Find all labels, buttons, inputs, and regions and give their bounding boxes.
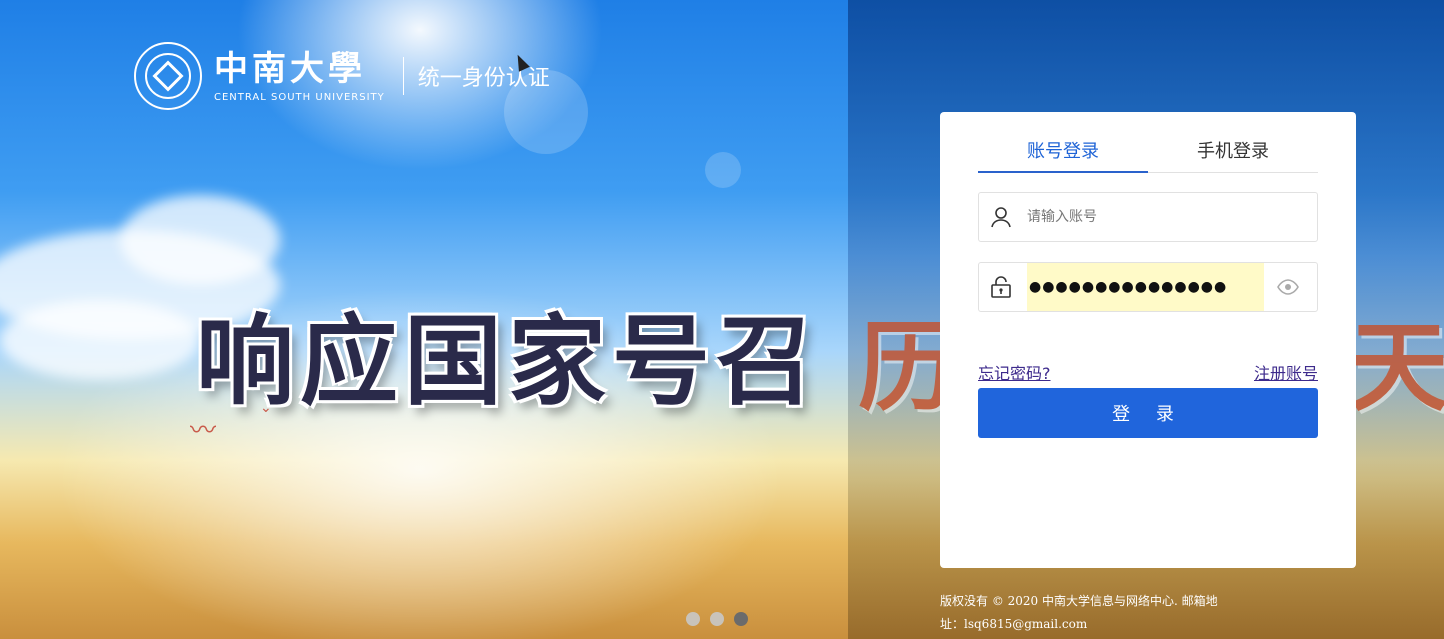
login-button[interactable]: 登 录 xyxy=(978,388,1318,438)
tab-phone-login[interactable]: 手机登录 xyxy=(1148,140,1318,172)
lock-icon xyxy=(991,276,1011,298)
logo-divider xyxy=(402,57,404,95)
username-input[interactable] xyxy=(1027,193,1201,241)
banner-slogan-partial-2: 天 xyxy=(1350,310,1444,425)
cloud-decoration xyxy=(120,195,280,285)
username-field[interactable] xyxy=(978,192,1318,242)
system-subtitle: 统一身份认证 xyxy=(417,66,550,91)
footer-copyright: 版权没有 © 2020 中南大学信息与网络中心. 邮箱地 址：lsq6815@g… xyxy=(940,590,1240,636)
footer-line-1: 版权没有 © 2020 中南大学信息与网络中心. 邮箱地 xyxy=(940,594,1218,608)
eye-icon[interactable] xyxy=(1277,278,1299,296)
register-link[interactable]: 注册账号 xyxy=(1254,360,1318,384)
cloud-decoration xyxy=(0,300,200,380)
forgot-password-link[interactable]: 忘记密码? xyxy=(978,360,1051,384)
carousel-indicators xyxy=(686,612,748,626)
bird-icon: ⌄ xyxy=(260,400,272,416)
bird-icon: 〰 xyxy=(190,416,217,446)
footer-line-2: 址：lsq6815@gmail.com xyxy=(940,617,1088,631)
user-icon xyxy=(991,207,1011,228)
auxiliary-links: 忘记密码? 注册账号 xyxy=(978,360,1318,384)
tab-account-login[interactable]: 账号登录 xyxy=(978,140,1148,173)
login-tabs: 账号登录 手机登录 xyxy=(978,140,1318,173)
password-field[interactable]: ●●●●●●●●●●●●●●● xyxy=(978,262,1318,312)
carousel-dot[interactable] xyxy=(710,612,724,626)
login-card: 账号登录 手机登录 ●●●●●●●●●●●●●●● 忘记密码? 注册账号 登 录 xyxy=(940,112,1356,568)
carousel-dot[interactable] xyxy=(686,612,700,626)
lens-flare xyxy=(705,152,741,188)
carousel-dot-active[interactable] xyxy=(734,612,748,626)
university-name-cn: 中南大學 xyxy=(214,48,366,89)
password-input[interactable]: ●●●●●●●●●●●●●●● xyxy=(1029,263,1227,311)
banner-slogan: 响应国家号召 xyxy=(196,304,821,419)
university-logo: 中南大學 CENTRAL SOUTH UNIVERSITY 统一身份认证 xyxy=(134,42,550,110)
seal-icon xyxy=(134,42,202,110)
university-name-en: CENTRAL SOUTH UNIVERSITY xyxy=(214,91,385,103)
